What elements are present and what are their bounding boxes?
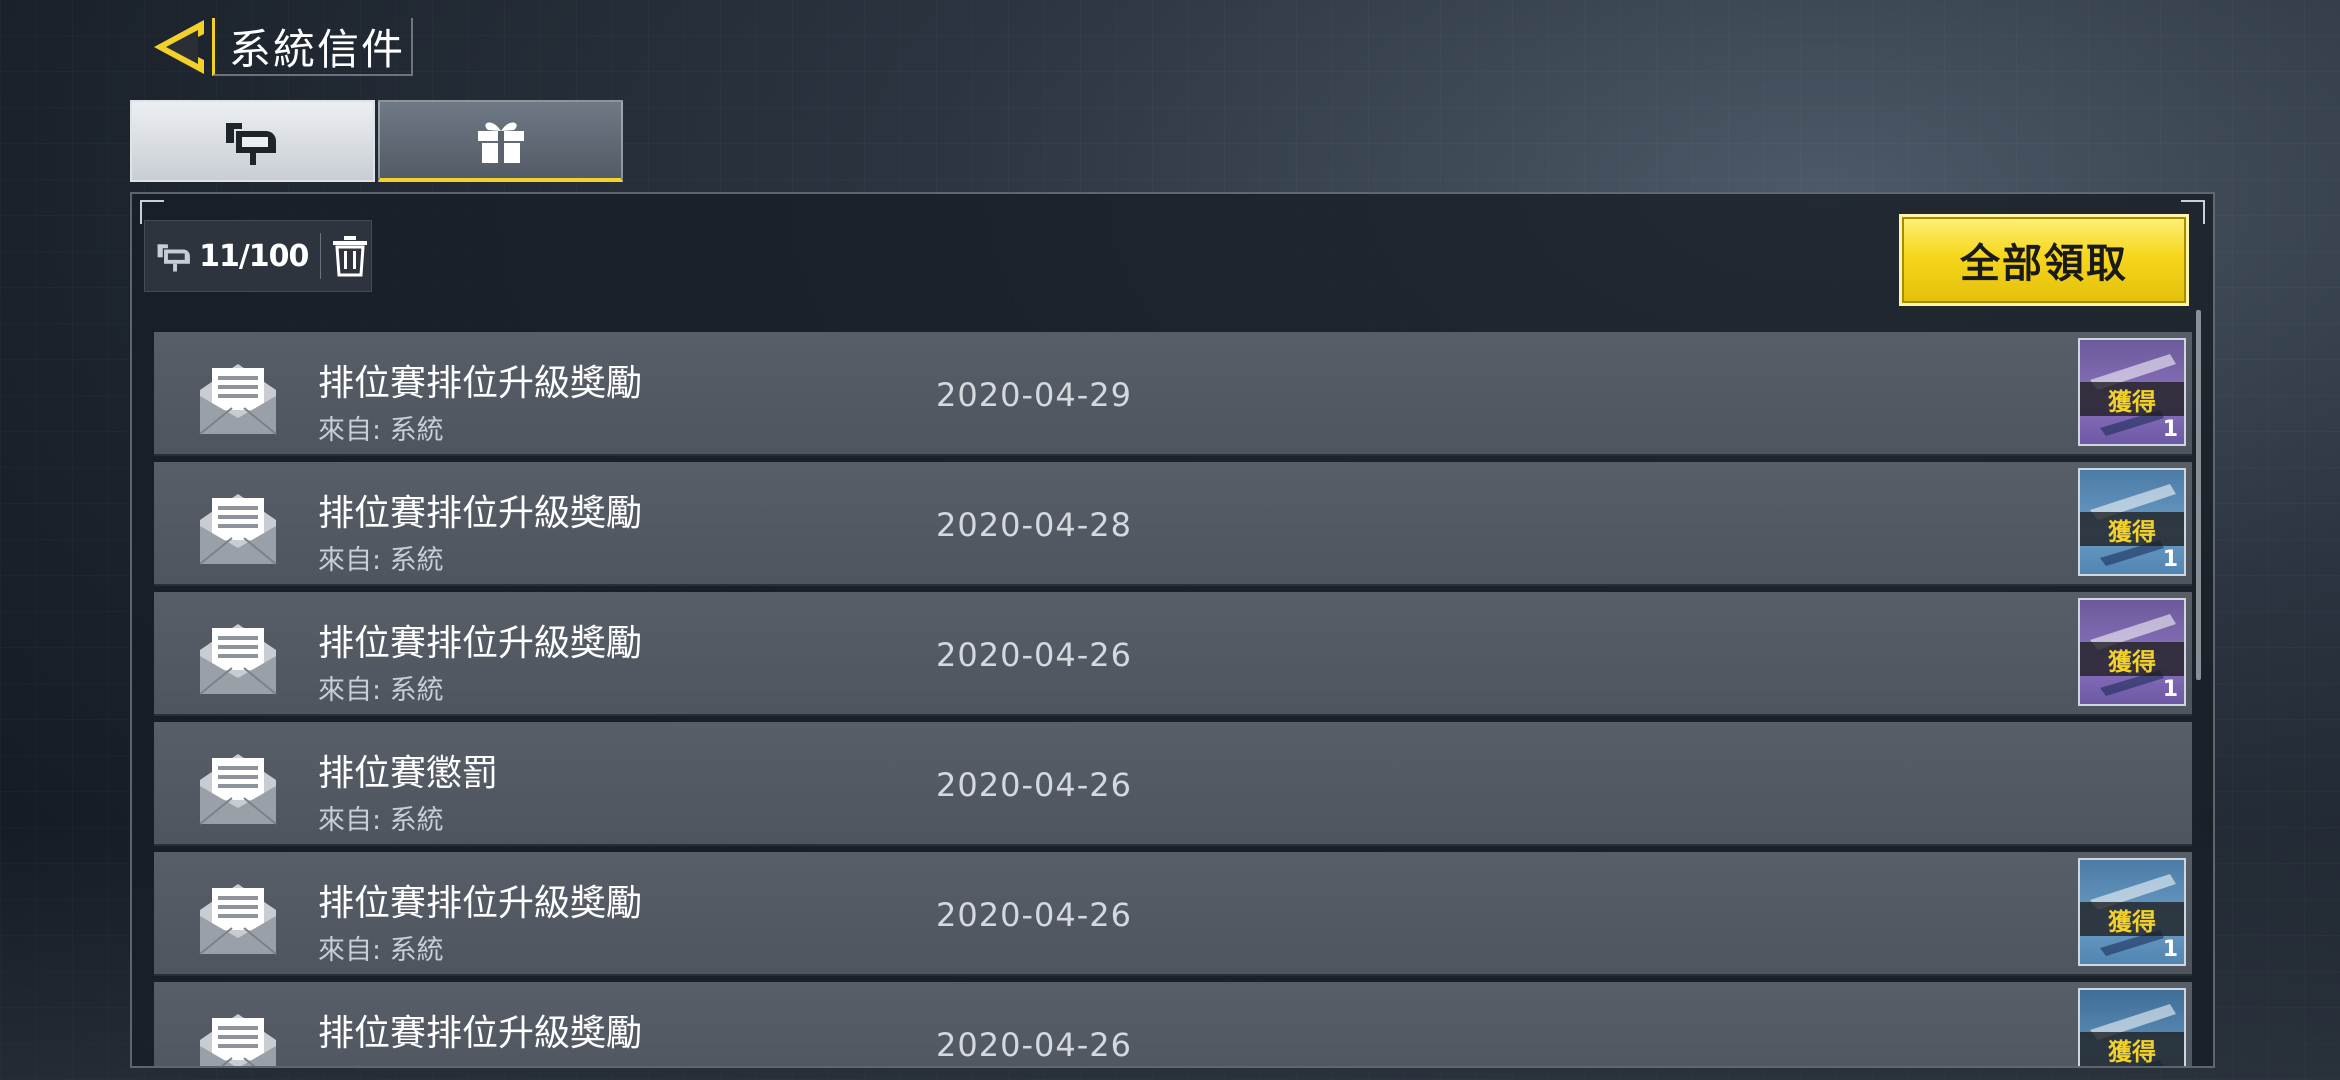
envelope-open-icon: [199, 754, 277, 825]
page-title: 系統信件: [229, 24, 406, 74]
mail-row[interactable]: 排位賽排位升級獎勵 來自: 系統 2020-04-26 獲得: [154, 982, 2192, 1066]
mail-date: 2020-04-26: [936, 1026, 1132, 1064]
reward-item[interactable]: 獲得 1: [2078, 338, 2186, 446]
reward-badge: 獲得: [2080, 902, 2184, 936]
mail-sender: 來自: 系統: [318, 415, 444, 446]
mail-date: 2020-04-26: [936, 766, 1132, 804]
mail-sender: 來自: 系統: [318, 805, 444, 836]
mail-count: 11/100: [199, 238, 309, 274]
mailbox-icon: [225, 123, 276, 165]
mail-row[interactable]: 排位賽排位升級獎勵 來自: 系統 2020-04-26 獲得 1: [154, 592, 2192, 716]
mail-subject: 排位賽排位升級獎勵: [318, 1013, 643, 1054]
header: 系統信件: [148, 14, 414, 80]
mail-sender: 來自: 系統: [318, 1058, 444, 1066]
reward-badge-label: 獲得: [2108, 907, 2156, 936]
scrollbar[interactable]: [2196, 310, 2201, 680]
envelope-open-icon: [199, 364, 277, 435]
mail-sender: 來自: 系統: [318, 675, 444, 706]
mail-sender: 來自: 系統: [318, 545, 444, 576]
claim-all-button[interactable]: 全部領取: [1899, 214, 2189, 306]
title-frame: 系統信件: [212, 18, 414, 76]
reward-quantity: 1: [2162, 547, 2178, 572]
reward-quantity: 1: [2162, 937, 2178, 962]
back-button[interactable]: [148, 14, 212, 80]
reward-item[interactable]: 獲得 1: [2078, 598, 2186, 706]
tab-gift[interactable]: [378, 100, 623, 182]
mail-date: 2020-04-29: [936, 376, 1132, 414]
reward-quantity: 1: [2162, 677, 2178, 702]
reward-item[interactable]: 獲得 1: [2078, 468, 2186, 576]
back-arrow-icon: [154, 20, 204, 74]
mail-subject: 排位賽排位升級獎勵: [318, 493, 643, 534]
gift-icon: [477, 122, 524, 163]
envelope-open-icon: [199, 884, 277, 955]
reward-badge: 獲得: [2080, 512, 2184, 546]
mail-date: 2020-04-26: [936, 896, 1132, 934]
reward-badge-label: 獲得: [2108, 387, 2156, 416]
envelope-open-icon: [199, 624, 277, 695]
mail-counter: 11/100: [144, 220, 372, 292]
mail-date: 2020-04-28: [936, 506, 1132, 544]
reward-badge: 獲得: [2080, 642, 2184, 676]
reward-badge-label: 獲得: [2108, 517, 2156, 546]
mail-subject: 排位賽排位升級獎勵: [318, 883, 643, 924]
mail-sender: 來自: 系統: [318, 935, 444, 966]
reward-badge: 獲得: [2080, 1032, 2184, 1066]
mail-panel: 11/100 全部領取 排位賽排位升級獎勵 來自: 系統 2020-04-29 …: [130, 192, 2215, 1068]
reward-badge-label: 獲得: [2108, 647, 2156, 676]
tab-mail[interactable]: [130, 100, 375, 182]
divider: [320, 233, 322, 279]
mail-subject: 排位賽懲罰: [318, 753, 499, 794]
mailbox-icon: [157, 244, 190, 272]
trash-icon: [333, 236, 368, 277]
envelope-open-icon: [199, 494, 277, 565]
mail-row[interactable]: 排位賽懲罰 來自: 系統 2020-04-26: [154, 722, 2192, 846]
mail-row[interactable]: 排位賽排位升級獎勵 來自: 系統 2020-04-26 獲得 1: [154, 852, 2192, 976]
mail-list: 排位賽排位升級獎勵 來自: 系統 2020-04-29 獲得 1 排位賽排位升級獎…: [154, 332, 2192, 1066]
reward-quantity: 1: [2162, 417, 2178, 442]
reward-item[interactable]: 獲得: [2078, 988, 2186, 1066]
reward-item[interactable]: 獲得 1: [2078, 858, 2186, 966]
mail-row[interactable]: 排位賽排位升級獎勵 來自: 系統 2020-04-29 獲得 1: [154, 332, 2192, 456]
mail-subject: 排位賽排位升級獎勵: [318, 363, 643, 404]
claim-all-label: 全部領取: [1960, 241, 2128, 287]
mail-subject: 排位賽排位升級獎勵: [318, 623, 643, 664]
reward-badge: 獲得: [2080, 382, 2184, 416]
reward-badge-label: 獲得: [2108, 1037, 2156, 1066]
envelope-open-icon: [200, 1014, 276, 1066]
delete-button[interactable]: [329, 228, 371, 284]
mail-row[interactable]: 排位賽排位升級獎勵 來自: 系統 2020-04-28 獲得 1: [154, 462, 2192, 586]
mail-date: 2020-04-26: [936, 636, 1132, 674]
